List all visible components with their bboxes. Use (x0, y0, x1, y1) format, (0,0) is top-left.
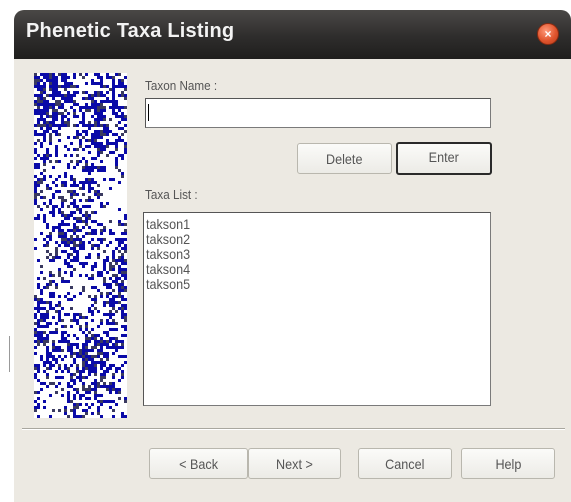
taxon-name-label: Taxon Name : (145, 78, 218, 93)
footer-separator (22, 428, 565, 430)
next-button[interactable]: Next > (248, 448, 341, 479)
help-button-label: Help (495, 456, 521, 472)
taxa-listbox[interactable]: takson1 takson2 takson3 takson4 takson5 (143, 212, 491, 406)
help-button[interactable]: Help (461, 448, 555, 479)
dialog-title: Phenetic Taxa Listing (26, 20, 235, 42)
taxa-list-label: Taxa List : (145, 187, 198, 202)
taxa-list-item[interactable]: takson4 (146, 262, 456, 277)
text-caret (148, 104, 149, 121)
enter-button[interactable]: Enter (396, 142, 492, 175)
delete-button-label: Delete (326, 151, 363, 167)
back-button[interactable]: < Back (149, 448, 248, 479)
wizard-picture (34, 73, 127, 418)
next-button-label: Next > (276, 456, 313, 472)
taxa-list-item[interactable]: takson2 (146, 232, 456, 247)
taxa-list: takson1 takson2 takson3 takson4 takson5 (144, 213, 490, 292)
enter-button-label: Enter (428, 149, 460, 165)
cancel-button-label: Cancel (385, 456, 425, 472)
close-icon[interactable]: × (537, 23, 559, 45)
taxa-list-item[interactable]: takson5 (146, 277, 456, 292)
back-button-label: < Back (179, 456, 218, 472)
background-edge (0, 336, 10, 372)
cancel-button[interactable]: Cancel (358, 448, 452, 479)
taxon-name-input[interactable] (145, 98, 491, 128)
delete-button[interactable]: Delete (297, 143, 392, 174)
taxa-list-item[interactable]: takson3 (146, 247, 456, 262)
dialog-window: Phenetic Taxa Listing × Taxon Name : Del… (14, 10, 571, 502)
title-bar[interactable]: Phenetic Taxa Listing × (14, 10, 571, 59)
decorative-image (34, 73, 127, 418)
taxa-list-item[interactable]: takson1 (146, 217, 456, 232)
